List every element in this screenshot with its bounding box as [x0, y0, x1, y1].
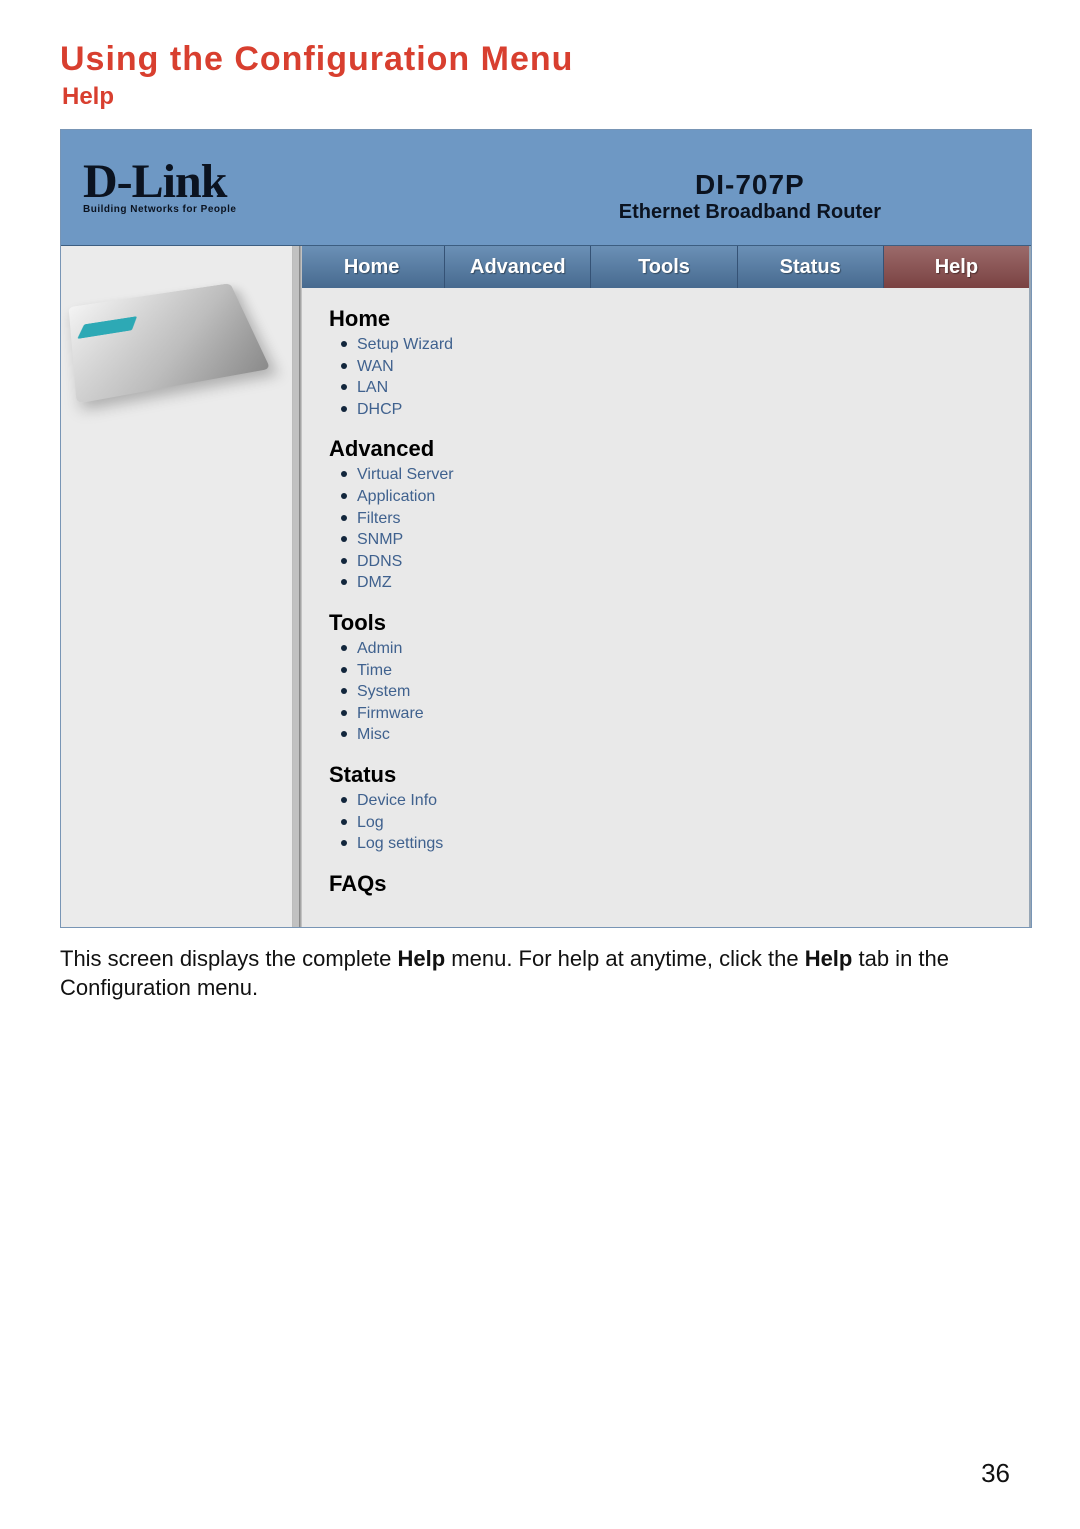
help-link-dhcp[interactable]: DHCP [357, 399, 999, 421]
caption-part1: This screen displays the complete [60, 946, 398, 971]
brand-block: D-Link Building Networks for People [83, 160, 236, 214]
section-advanced-list: Virtual Server Application Filters SNMP … [329, 464, 999, 594]
help-link-dmz[interactable]: DMZ [357, 572, 999, 594]
page-subtitle: Help [62, 83, 1020, 111]
brand-logo: D-Link [83, 160, 236, 203]
help-link-ddns[interactable]: DDNS [357, 551, 999, 573]
page-number: 36 [981, 1458, 1010, 1489]
router-device-image [69, 283, 271, 403]
help-link-setup-wizard[interactable]: Setup Wizard [357, 334, 999, 356]
tab-advanced[interactable]: Advanced [445, 246, 591, 288]
tab-help[interactable]: Help [884, 246, 1029, 288]
help-link-log-settings[interactable]: Log settings [357, 833, 999, 855]
page-title: Using the Configuration Menu [60, 40, 1020, 79]
help-link-virtual-server[interactable]: Virtual Server [357, 464, 999, 486]
help-link-misc[interactable]: Misc [357, 724, 999, 746]
caption-bold-help-1: Help [398, 946, 446, 971]
help-link-filters[interactable]: Filters [357, 508, 999, 530]
tab-home[interactable]: Home [299, 246, 445, 288]
help-link-admin[interactable]: Admin [357, 638, 999, 660]
help-link-application[interactable]: Application [357, 486, 999, 508]
tab-tools[interactable]: Tools [591, 246, 737, 288]
section-tools-list: Admin Time System Firmware Misc [329, 638, 999, 746]
router-body: Home Advanced Tools Status Help Home Set… [61, 246, 1031, 927]
model-desc: Ethernet Broadband Router [619, 201, 881, 224]
router-ui-frame: D-Link Building Networks for People DI-7… [60, 129, 1032, 928]
section-tools-title: Tools [329, 610, 999, 636]
section-status-list: Device Info Log Log settings [329, 790, 999, 855]
model-name: DI-707P [619, 169, 881, 201]
section-status-title: Status [329, 762, 999, 788]
help-link-firmware[interactable]: Firmware [357, 703, 999, 725]
section-home-title: Home [329, 306, 999, 332]
caption-part2: menu. For help at anytime, click the [445, 946, 805, 971]
main-panel: Home Advanced Tools Status Help Home Set… [293, 246, 1031, 927]
caption-bold-help-2: Help [805, 946, 853, 971]
help-link-snmp[interactable]: SNMP [357, 529, 999, 551]
help-link-system[interactable]: System [357, 681, 999, 703]
section-advanced-title: Advanced [329, 436, 999, 462]
section-home-list: Setup Wizard WAN LAN DHCP [329, 334, 999, 420]
help-link-device-info[interactable]: Device Info [357, 790, 999, 812]
model-block: DI-707P Ethernet Broadband Router [619, 169, 881, 224]
caption-text: This screen displays the complete Help m… [60, 944, 1032, 1003]
router-header: D-Link Building Networks for People DI-7… [61, 130, 1031, 246]
help-content: Home Setup Wizard WAN LAN DHCP Advanced … [299, 288, 1029, 927]
brand-tagline: Building Networks for People [83, 204, 236, 215]
sidebar [61, 246, 293, 927]
help-link-log[interactable]: Log [357, 812, 999, 834]
tab-status[interactable]: Status [738, 246, 884, 288]
section-faqs-title[interactable]: FAQs [329, 871, 999, 897]
help-link-lan[interactable]: LAN [357, 377, 999, 399]
help-link-time[interactable]: Time [357, 660, 999, 682]
tab-bar: Home Advanced Tools Status Help [299, 246, 1029, 288]
help-link-wan[interactable]: WAN [357, 356, 999, 378]
